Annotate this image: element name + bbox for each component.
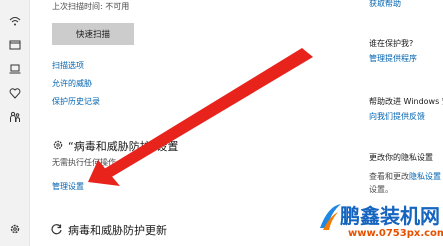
- quick-scan-button[interactable]: 快速扫描: [52, 23, 134, 45]
- updates-section-title: 病毒和威胁防护更新: [68, 224, 167, 237]
- watermark-url: www.0753px.com: [348, 228, 443, 239]
- manage-providers-link[interactable]: 管理提供程序: [369, 53, 417, 64]
- get-help-link[interactable]: 获取帮助: [369, 0, 401, 9]
- who-protects-heading: 谁在保护我?: [369, 39, 414, 48]
- wifi-icon[interactable]: [8, 14, 22, 28]
- scan-options-link[interactable]: 扫描选项: [52, 60, 84, 71]
- give-feedback-link[interactable]: 向我们提供反馈: [369, 111, 425, 122]
- privacy-text-line2: 设置。: [369, 185, 393, 194]
- allowed-threats-link[interactable]: 允许的威胁: [52, 78, 92, 89]
- help-improve-heading: 帮助改进 Windows 安全中心: [369, 97, 443, 106]
- gear-icon[interactable]: [8, 222, 22, 236]
- refresh-icon: [51, 224, 62, 235]
- privacy-text-line1: 查看和更改隐私设置: [369, 171, 441, 182]
- family-icon[interactable]: [8, 110, 22, 124]
- watermark-brand: 鹏鑫装机网: [340, 204, 440, 228]
- swoosh-logo-icon: [320, 204, 341, 230]
- privacy-settings-link[interactable]: 隐私设置: [409, 172, 441, 181]
- settings-status-text: 无需执行任何操作。: [52, 158, 124, 167]
- main-content: 上次扫描时间: 不可用 快速扫描 扫描选项 允许的威胁 保护历史记录 “病毒和威…: [30, 0, 365, 246]
- last-scan-label: 上次扫描时间: 不可用: [52, 2, 130, 11]
- sidebar: [0, 0, 30, 246]
- change-privacy-heading: 更改你的隐私设置: [369, 153, 433, 162]
- watermark: 鹏鑫装机网 www.0753px.com: [318, 200, 443, 246]
- settings-section-title: “病毒和威胁防护”设置: [68, 140, 179, 153]
- laptop-icon[interactable]: [8, 62, 22, 76]
- browser-icon[interactable]: [8, 38, 22, 52]
- settings-gear-icon: [53, 140, 63, 150]
- protection-history-link[interactable]: 保护历史记录: [52, 96, 100, 107]
- manage-settings-link[interactable]: 管理设置: [52, 181, 84, 192]
- heart-icon[interactable]: [8, 86, 22, 100]
- privacy-text-prefix: 查看和更改: [369, 172, 409, 181]
